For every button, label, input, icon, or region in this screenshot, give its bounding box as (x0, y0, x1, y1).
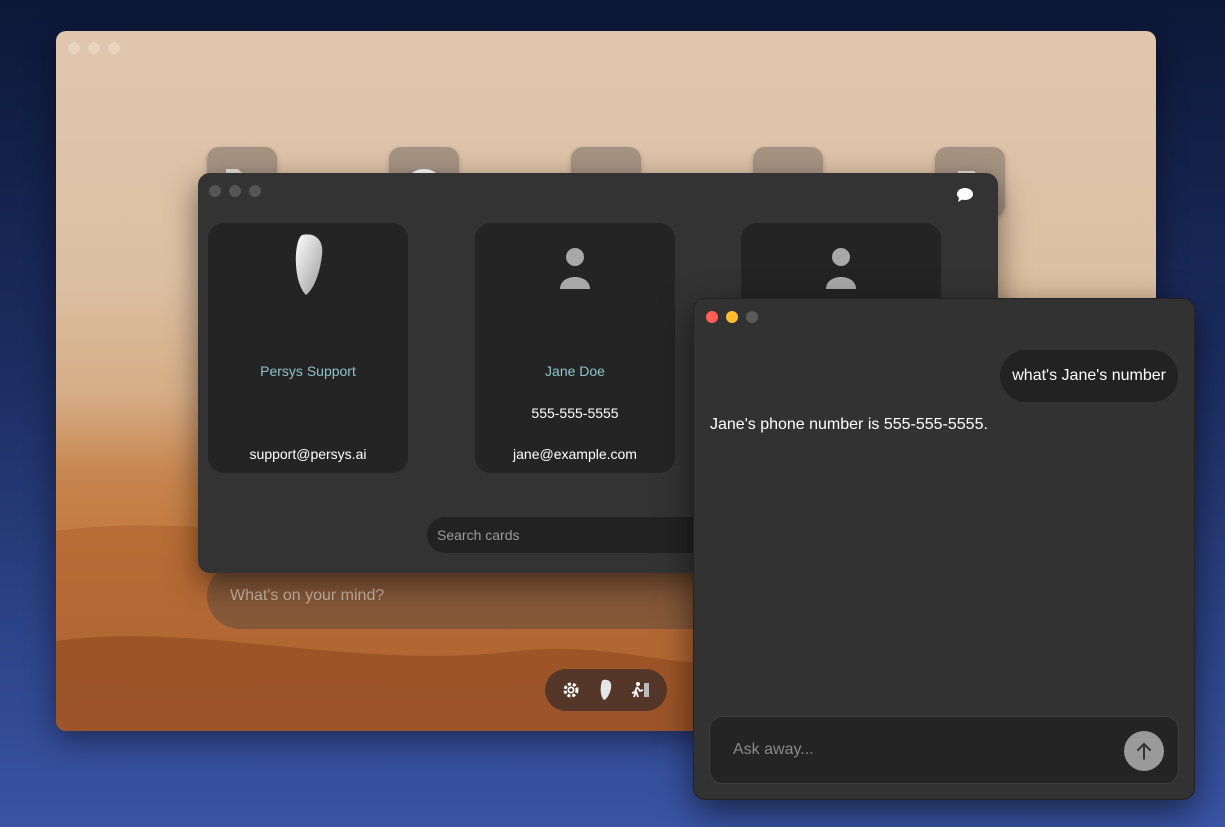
chat-window: what's Jane's number Jane's phone number… (693, 298, 1195, 800)
close-button[interactable] (68, 42, 80, 54)
minimize-button[interactable] (88, 42, 100, 54)
card-email: support@persys.ai (249, 446, 367, 462)
assistant-message: Jane's phone number is 555-555-5555. (710, 416, 988, 433)
card-phone: 555-555-5555 (531, 405, 619, 421)
chat-window-controls (706, 311, 758, 323)
user-message: what's Jane's number (1000, 350, 1178, 402)
exit-icon (632, 682, 650, 698)
settings-button[interactable] (558, 677, 584, 703)
zoom-button[interactable] (108, 42, 120, 54)
send-button[interactable] (1124, 731, 1164, 771)
contact-card[interactable]: Persys Support support@persys.ai (208, 223, 408, 473)
zoom-button[interactable] (746, 311, 758, 323)
person-icon (826, 248, 856, 289)
cards-window-controls (209, 185, 261, 197)
close-button[interactable] (209, 185, 221, 197)
desktop-window-controls (68, 42, 120, 54)
person-icon (560, 248, 590, 289)
bottom-toolbar (545, 669, 667, 711)
zoom-button[interactable] (249, 185, 261, 197)
gear-icon (563, 682, 579, 698)
search-input[interactable]: Search cards (427, 517, 727, 553)
persys-button[interactable] (593, 677, 619, 703)
chat-toggle-button[interactable] (956, 187, 974, 208)
minimize-button[interactable] (726, 311, 738, 323)
card-name: Persys Support (260, 363, 356, 379)
arrow-up-icon (1137, 743, 1151, 760)
chat-input-placeholder: Ask away... (733, 741, 814, 758)
chat-input[interactable]: Ask away... (709, 716, 1179, 784)
card-email: jane@example.com (513, 446, 637, 462)
contact-card[interactable]: Jane Doe 555-555-5555 jane@example.com (475, 223, 675, 473)
persys-logo-icon (600, 679, 612, 700)
minimize-button[interactable] (229, 185, 241, 197)
card-name: Jane Doe (545, 363, 605, 379)
chat-bubble-icon (957, 188, 973, 202)
close-button[interactable] (706, 311, 718, 323)
persys-logo-icon (295, 234, 323, 295)
exit-button[interactable] (628, 677, 654, 703)
